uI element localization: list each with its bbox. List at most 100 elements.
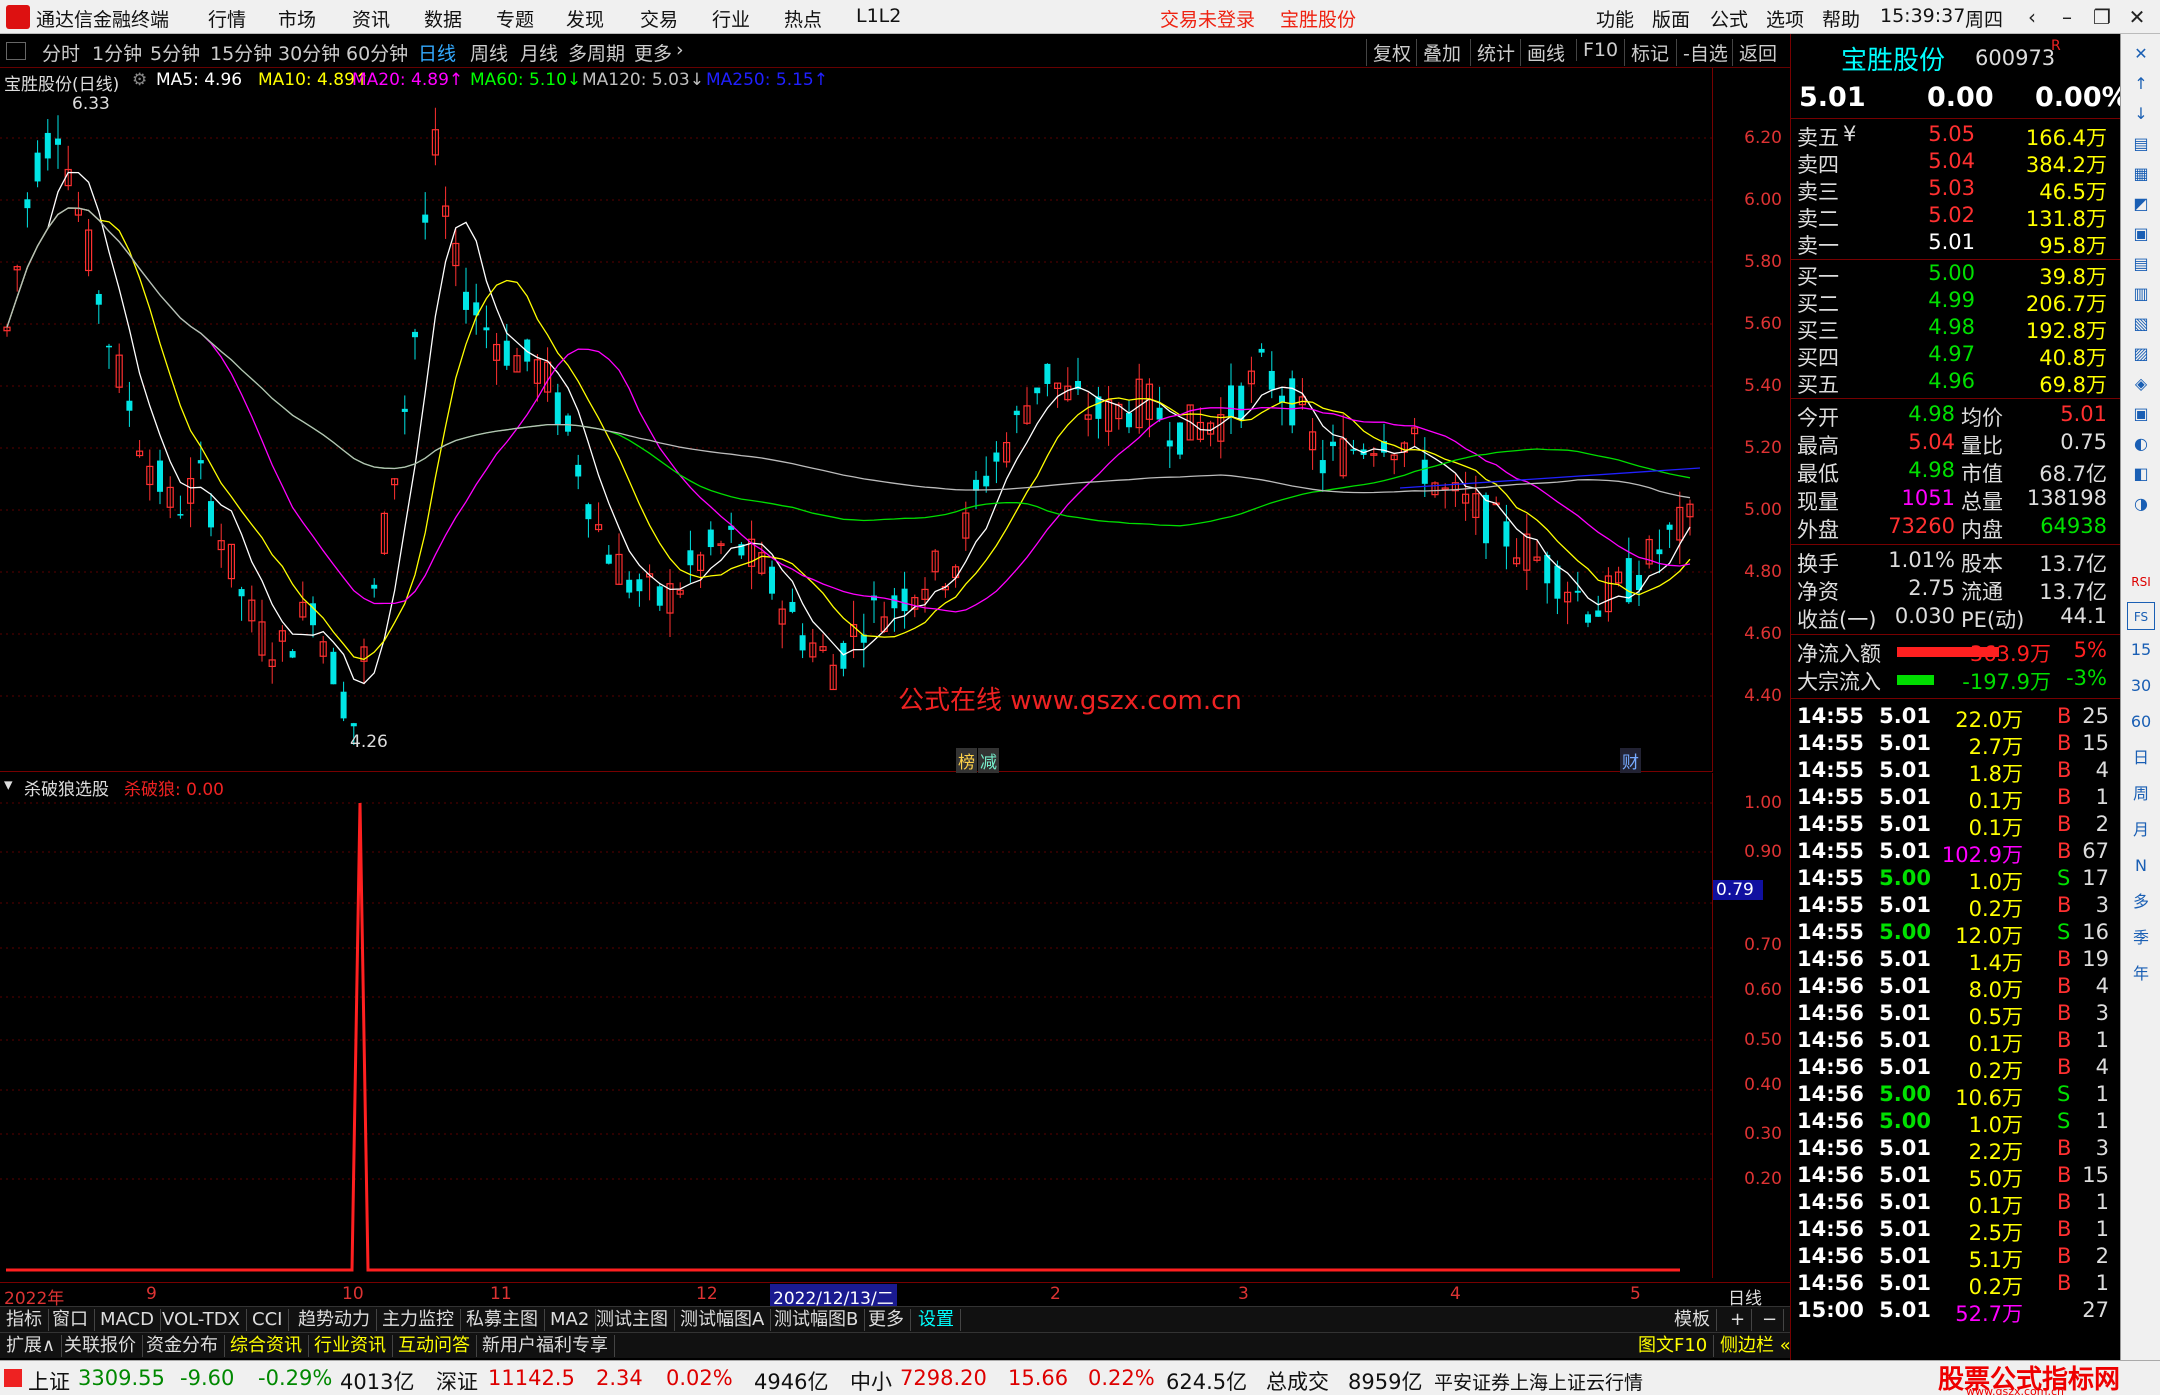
right-menu-0[interactable]: 功能 [1596,5,1634,32]
tabs1-right-1[interactable]: + [1724,1309,1753,1331]
menu-0[interactable]: 行情 [208,5,246,32]
indicator-tab-11[interactable]: 测试幅图B [768,1309,866,1331]
toolbar-item-0[interactable]: RSI [2127,568,2155,596]
kline-chart[interactable]: 宝胜股份(日线) ⚙ 6.33 4.26 公式在线 www.gszx.com.c… [0,68,1712,773]
tabs2-right-1[interactable]: 侧边栏 « [1714,1335,1798,1357]
toolbar-item-11[interactable]: 年 [2127,960,2155,988]
toolbar-item-9[interactable]: 多 [2127,888,2155,916]
tabs2-right-0[interactable]: 图文F10 [1632,1335,1715,1357]
indicator-tab-4[interactable]: CCI [246,1309,290,1331]
toolbar-item-7[interactable]: 月 [2127,816,2155,844]
menu-1[interactable]: 市场 [278,5,316,32]
tool-icon-5[interactable]: ◩ [2127,190,2155,218]
tool-1[interactable]: 叠加 [1416,39,1461,66]
toolbar-item-1[interactable]: FS [2127,602,2155,630]
zx-label[interactable]: 中小 [850,1366,892,1395]
period-2[interactable]: 5分钟 [150,39,200,66]
extension-tab-2[interactable]: 资金分布 [140,1335,225,1357]
toolbar-item-6[interactable]: 周 [2127,780,2155,808]
tool-3[interactable]: 画线 [1520,39,1565,66]
extension-tab-1[interactable]: 关联报价 [58,1335,143,1357]
menu-9[interactable]: L1L2 [856,5,901,27]
badge-finance[interactable]: 财 [1620,748,1641,773]
tool-icon-8[interactable]: ▥ [2127,280,2155,308]
indicator-tab-0[interactable]: 指标 [0,1309,49,1331]
indicator-chart[interactable]: ▾ 杀破狼选股 杀破狼: 0.00 [0,773,1712,1278]
indicator-tab-5[interactable]: 趋势动力 [292,1309,377,1331]
menu-8[interactable]: 热点 [784,5,822,32]
tool-icon-6[interactable]: ▣ [2127,220,2155,248]
extension-tab-6[interactable]: 新用户福利专享 [476,1335,615,1357]
tool-icon-10[interactable]: ▨ [2127,340,2155,368]
trade-status-link[interactable]: 交易未登录 [1160,5,1255,32]
toolbar-item-2[interactable]: 15 [2127,636,2155,664]
toolbar-item-5[interactable]: 日 [2127,744,2155,772]
indicator-tab-13[interactable]: 设置 [912,1309,961,1331]
indicator-tab-8[interactable]: MA2 [544,1309,597,1331]
menu-5[interactable]: 发现 [566,5,604,32]
close-icon[interactable]: ✕ [2115,2,2159,32]
period-4[interactable]: 30分钟 [278,39,340,66]
tool-icon-12[interactable]: ▣ [2127,400,2155,428]
tool-icon-11[interactable]: ◈ [2127,370,2155,398]
badge-reduce[interactable]: 减 [978,748,999,773]
extension-tab-0[interactable]: 扩展∧ [0,1335,63,1357]
broker-name[interactable]: 平安证券上海上证云行情 [1434,1368,1643,1395]
extension-tab-4[interactable]: 行业资讯 [308,1335,393,1357]
tool-icon-0[interactable]: ✕ [2127,40,2155,68]
indicator-tab-3[interactable]: VOL-TDX [156,1309,247,1331]
toolbar-item-3[interactable]: 30 [2127,672,2155,700]
sz-label[interactable]: 深证 [436,1366,478,1395]
indicator-tab-9[interactable]: 测试主图 [590,1309,675,1331]
period-8[interactable]: 月线 [520,39,558,66]
layout-icon[interactable] [6,42,26,60]
period-1[interactable]: 1分钟 [92,39,142,66]
period-3[interactable]: 15分钟 [210,39,272,66]
extension-tab-5[interactable]: 互动问答 [392,1335,477,1357]
tool-icon-9[interactable]: ▧ [2127,310,2155,338]
toolbar-item-4[interactable]: 60 [2127,708,2155,736]
indicator-tab-12[interactable]: 更多 [862,1309,911,1331]
right-menu-1[interactable]: 版面 [1652,5,1690,32]
period-10[interactable]: 更多 [634,39,672,66]
period-6[interactable]: 日线 [418,39,456,66]
stock-link[interactable]: 宝胜股份 [1280,5,1356,32]
tool-icon-14[interactable]: ◧ [2127,460,2155,488]
more-chevron-icon[interactable]: › [676,39,684,61]
period-5[interactable]: 60分钟 [346,39,408,66]
indicator-tab-10[interactable]: 测试幅图A [674,1309,772,1331]
menu-4[interactable]: 专题 [496,5,534,32]
tool-4[interactable]: F10 [1576,39,1618,61]
indicator-tab-7[interactable]: 私募主图 [460,1309,545,1331]
tool-5[interactable]: 标记 [1624,39,1669,66]
tool-2[interactable]: 统计 [1470,39,1515,66]
period-7[interactable]: 周线 [470,39,508,66]
tool-icon-4[interactable]: ▦ [2127,160,2155,188]
tool-icon-3[interactable]: ▤ [2127,130,2155,158]
menu-6[interactable]: 交易 [640,5,678,32]
tool-icon-13[interactable]: ◐ [2127,430,2155,458]
menu-7[interactable]: 行业 [712,5,750,32]
badge-rank[interactable]: 榜 [956,748,977,773]
extension-tab-3[interactable]: 综合资讯 [224,1335,309,1357]
tabs1-right-0[interactable]: 模板 [1668,1309,1717,1331]
right-menu-2[interactable]: 公式 [1710,5,1748,32]
tool-icon-2[interactable]: ↓ [2127,100,2155,128]
tabs1-right-2[interactable]: − [1756,1309,1785,1331]
menu-2[interactable]: 资讯 [352,5,390,32]
period-0[interactable]: 分时 [42,39,80,66]
tool-7[interactable]: 返回 [1732,39,1777,66]
indicator-title-icon[interactable]: ▾ [4,775,13,795]
indicator-tab-2[interactable]: MACD [94,1309,161,1331]
right-menu-3[interactable]: 选项 [1766,5,1804,32]
menu-3[interactable]: 数据 [424,5,462,32]
tool-icon-15[interactable]: ◑ [2127,490,2155,518]
toolbar-item-10[interactable]: 季 [2127,924,2155,952]
sh-label[interactable]: 上证 [28,1366,70,1395]
toolbar-item-8[interactable]: N [2127,852,2155,880]
tool-0[interactable]: 复权 [1366,39,1411,66]
tool-icon-1[interactable]: ↑ [2127,70,2155,98]
indicator-tab-1[interactable]: 窗口 [46,1309,95,1331]
chart-settings-icon[interactable]: ⚙ [132,70,147,90]
tool-6[interactable]: -自选 [1676,39,1728,66]
